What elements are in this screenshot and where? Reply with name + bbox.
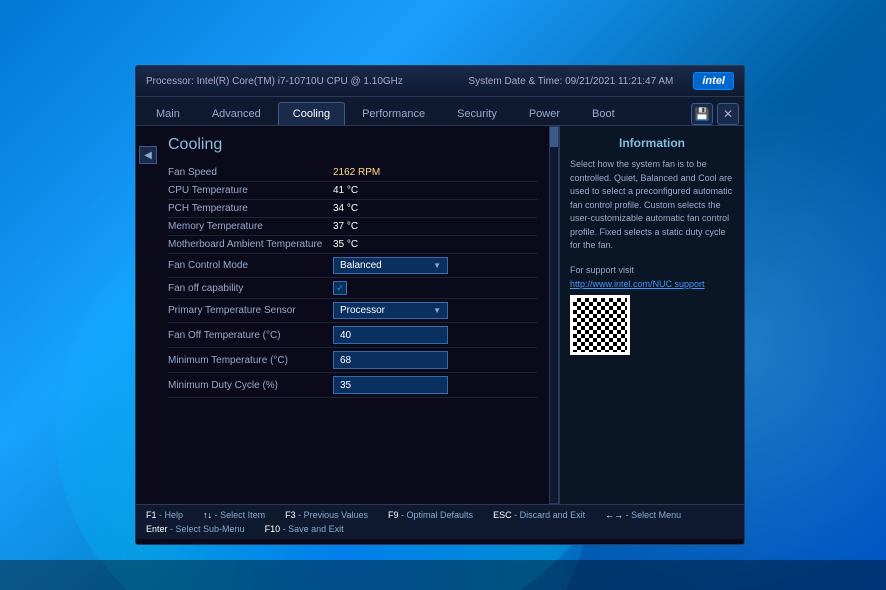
datetime-info: System Date & Time: 09/21/2021 11:21:47 … bbox=[468, 76, 673, 87]
save-button[interactable]: 💾 bbox=[691, 103, 713, 125]
setting-cpu-temp: CPU Temperature 41 °C bbox=[168, 182, 537, 200]
tab-bar: Main Advanced Cooling Performance Securi… bbox=[136, 97, 744, 126]
key-arrow-lr: ←→ bbox=[605, 510, 623, 520]
fan-control-dropdown[interactable]: Balanced ▼ bbox=[333, 257, 448, 274]
info-text: Select how the system fan is to be contr… bbox=[570, 158, 734, 253]
footer-f3: F3 - Previous Values bbox=[285, 510, 368, 520]
tab-security[interactable]: Security bbox=[442, 102, 512, 125]
settings-table: Fan Speed 2162 RPM CPU Temperature 41 °C… bbox=[168, 164, 537, 398]
setting-min-duty: Minimum Duty Cycle (%) 35 bbox=[168, 373, 537, 398]
key-enter: Enter bbox=[146, 524, 168, 534]
processor-label: Processor: bbox=[146, 76, 194, 87]
label-mb-temp: Motherboard Ambient Temperature bbox=[168, 239, 333, 250]
desc-f9-text: Optimal Defaults bbox=[407, 510, 474, 520]
tab-power[interactable]: Power bbox=[514, 102, 575, 125]
key-f10: F10 bbox=[265, 524, 281, 534]
min-temp-input[interactable]: 68 bbox=[333, 351, 448, 369]
dropdown-arrow-icon: ▼ bbox=[433, 261, 441, 270]
info-panel: Information Select how the system fan is… bbox=[559, 126, 744, 504]
tab-actions: 💾 ✕ bbox=[691, 103, 739, 125]
label-pch-temp: PCH Temperature bbox=[168, 203, 333, 214]
setting-temp-sensor: Primary Temperature Sensor Processor ▼ bbox=[168, 299, 537, 323]
back-button-area: ◀ bbox=[136, 126, 160, 504]
qr-inner-pattern bbox=[573, 298, 627, 352]
key-f1: F1 bbox=[146, 510, 157, 520]
key-f3: F3 bbox=[285, 510, 296, 520]
back-arrow-button[interactable]: ◀ bbox=[139, 146, 157, 164]
fan-control-value: Balanced bbox=[340, 260, 382, 271]
info-title: Information bbox=[570, 136, 734, 150]
label-fan-speed: Fan Speed bbox=[168, 167, 333, 178]
desc-f1-text: Help bbox=[165, 510, 184, 520]
main-panel: Cooling Fan Speed 2162 RPM CPU Temperatu… bbox=[160, 126, 545, 504]
processor-info: Processor: Intel(R) Core(TM) i7-10710U C… bbox=[146, 76, 403, 87]
tab-performance[interactable]: Performance bbox=[347, 102, 440, 125]
taskbar bbox=[0, 560, 886, 590]
support-link[interactable]: http://www.intel.com/NUC support bbox=[570, 279, 734, 289]
datetime-label: System Date & Time: bbox=[468, 76, 562, 87]
label-cpu-temp: CPU Temperature bbox=[168, 185, 333, 196]
bios-window: Processor: Intel(R) Core(TM) i7-10710U C… bbox=[135, 65, 745, 545]
desc-f3-text: Previous Values bbox=[304, 510, 368, 520]
label-fan-off: Fan off capability bbox=[168, 283, 333, 294]
desc-arrow-lr-text: Select Menu bbox=[631, 510, 681, 520]
tab-main[interactable]: Main bbox=[141, 102, 195, 125]
setting-fan-off-temp: Fan Off Temperature (°C) 40 bbox=[168, 323, 537, 348]
footer-f9: F9 - Optimal Defaults bbox=[388, 510, 473, 520]
value-fan-speed: 2162 RPM bbox=[333, 167, 537, 178]
value-mb-temp: 35 °C bbox=[333, 239, 537, 250]
desc-arrow-ud-text: Select Item bbox=[220, 510, 265, 520]
datetime-value: 09/21/2021 11:21:47 AM bbox=[565, 76, 673, 87]
label-min-temp: Minimum Temperature (°C) bbox=[168, 355, 333, 366]
label-fan-off-temp: Fan Off Temperature (°C) bbox=[168, 330, 333, 341]
qr-code-image bbox=[570, 295, 630, 355]
label-fan-control: Fan Control Mode bbox=[168, 260, 333, 271]
footer-esc: ESC - Discard and Exit bbox=[493, 510, 585, 520]
value-memory-temp: 37 °C bbox=[333, 221, 537, 232]
close-button[interactable]: ✕ bbox=[717, 103, 739, 125]
setting-fan-off: Fan off capability bbox=[168, 278, 537, 299]
footer-arrow-ud: ↑↓ - Select Item bbox=[203, 510, 265, 520]
setting-mb-temp: Motherboard Ambient Temperature 35 °C bbox=[168, 236, 537, 254]
desc-f10-text: Save and Exit bbox=[288, 524, 344, 534]
key-arrow-ud: ↑↓ bbox=[203, 510, 212, 520]
setting-min-temp: Minimum Temperature (°C) 68 bbox=[168, 348, 537, 373]
processor-value: Intel(R) Core(TM) i7-10710U CPU @ 1.10GH… bbox=[197, 76, 403, 87]
label-temp-sensor: Primary Temperature Sensor bbox=[168, 305, 333, 316]
setting-fan-speed: Fan Speed 2162 RPM bbox=[168, 164, 537, 182]
setting-memory-temp: Memory Temperature 37 °C bbox=[168, 218, 537, 236]
intel-logo: intel bbox=[693, 72, 734, 90]
fan-off-checkbox[interactable] bbox=[333, 281, 347, 295]
key-f9: F9 bbox=[388, 510, 399, 520]
setting-fan-control: Fan Control Mode Balanced ▼ bbox=[168, 254, 537, 278]
temp-sensor-value: Processor bbox=[340, 305, 385, 316]
scroll-thumb bbox=[550, 127, 558, 147]
header-right: System Date & Time: 09/21/2021 11:21:47 … bbox=[468, 72, 734, 90]
temp-sensor-dropdown[interactable]: Processor ▼ bbox=[333, 302, 448, 319]
footer-enter: Enter - Select Sub-Menu bbox=[146, 524, 245, 534]
label-min-duty: Minimum Duty Cycle (%) bbox=[168, 380, 333, 391]
bios-footer: F1 - Help ↑↓ - Select Item F3 - Previous… bbox=[136, 504, 744, 539]
footer-f10: F10 - Save and Exit bbox=[265, 524, 344, 534]
tab-cooling[interactable]: Cooling bbox=[278, 102, 345, 125]
desc-enter-text: Select Sub-Menu bbox=[176, 524, 245, 534]
footer-arrow-lr: ←→ - Select Menu bbox=[605, 510, 681, 520]
min-duty-input[interactable]: 35 bbox=[333, 376, 448, 394]
footer-f1: F1 - Help bbox=[146, 510, 183, 520]
bios-header: Processor: Intel(R) Core(TM) i7-10710U C… bbox=[136, 66, 744, 97]
support-label: For support visit bbox=[570, 265, 734, 275]
fan-off-temp-input[interactable]: 40 bbox=[333, 326, 448, 344]
value-pch-temp: 34 °C bbox=[333, 203, 537, 214]
value-cpu-temp: 41 °C bbox=[333, 185, 537, 196]
tab-boot[interactable]: Boot bbox=[577, 102, 630, 125]
panel-title: Cooling bbox=[168, 136, 537, 154]
scrollbar[interactable] bbox=[549, 126, 559, 504]
key-esc: ESC bbox=[493, 510, 512, 520]
setting-pch-temp: PCH Temperature 34 °C bbox=[168, 200, 537, 218]
desc-esc-text: Discard and Exit bbox=[520, 510, 586, 520]
temp-sensor-arrow-icon: ▼ bbox=[433, 306, 441, 315]
bios-content: ◀ Cooling Fan Speed 2162 RPM CPU Tempera… bbox=[136, 126, 744, 504]
tab-advanced[interactable]: Advanced bbox=[197, 102, 276, 125]
label-memory-temp: Memory Temperature bbox=[168, 221, 333, 232]
